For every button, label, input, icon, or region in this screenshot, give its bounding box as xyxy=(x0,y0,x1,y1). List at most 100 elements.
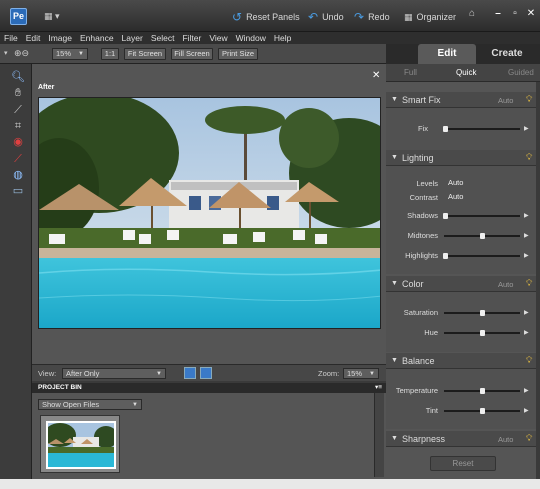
reset-panels-button[interactable]: ↺ Reset Panels xyxy=(232,10,300,24)
lightbulb-icon[interactable]: 💡︎ xyxy=(526,278,532,289)
home-icon[interactable]: ⌂ xyxy=(464,8,480,22)
bin-thumbnail[interactable] xyxy=(40,415,120,473)
slider-arrow-icon[interactable]: ▶ xyxy=(524,212,529,219)
slider-arrow-icon[interactable]: ▶ xyxy=(524,387,529,394)
menu-edit[interactable]: Edit xyxy=(22,32,45,44)
menu-filter[interactable]: Filter xyxy=(178,32,205,44)
fill-screen-button[interactable]: Fill Screen xyxy=(171,48,213,60)
organizer-button[interactable]: ▦ Organizer xyxy=(404,10,456,24)
lighting-header[interactable]: ▼ Lighting 💡︎ xyxy=(386,150,536,166)
lightbulb-icon[interactable]: 💡︎ xyxy=(526,94,532,105)
view-select[interactable]: After Only ▼ xyxy=(62,368,166,379)
saturation-slider-knob[interactable] xyxy=(480,310,485,316)
color-header[interactable]: ▼ Color Auto 💡︎ xyxy=(386,276,536,292)
quick-selection-tool-icon[interactable]: ⟋ xyxy=(11,103,25,117)
levels-label: Levels xyxy=(416,179,438,188)
fit-screen-button[interactable]: Fit Screen xyxy=(124,48,166,60)
highlights-slider[interactable] xyxy=(443,253,520,259)
menu-image[interactable]: Image xyxy=(44,32,76,44)
view-value: After Only xyxy=(66,369,100,378)
bin-filter-select[interactable]: Show Open Files ▼ xyxy=(38,399,142,410)
slider-arrow-icon[interactable]: ▶ xyxy=(524,252,529,259)
before-after-vertical-icon[interactable] xyxy=(200,367,212,379)
zoom-tool-icon[interactable]: 🔍︎ xyxy=(11,70,25,84)
minimize-button[interactable]: – xyxy=(490,8,506,22)
contrast-label: Contrast xyxy=(409,193,438,202)
actual-pixels-button[interactable]: 1:1 xyxy=(101,48,119,60)
whiten-teeth-tool-icon[interactable]: ◍ xyxy=(11,168,25,182)
red-eye-tool-icon[interactable]: ◉ xyxy=(11,135,25,149)
photo-canvas[interactable] xyxy=(38,97,381,329)
layout-menu-icon[interactable]: ▦ ▾ xyxy=(44,11,66,23)
tab-create[interactable]: Create xyxy=(478,44,536,64)
tint-slider[interactable] xyxy=(444,408,520,414)
shadows-slider[interactable] xyxy=(443,213,520,219)
undo-icon: ↶ xyxy=(308,10,319,24)
zoom-in-out-icon[interactable]: ⊕⊖ xyxy=(14,48,29,59)
smart-fix-body: Fix ▶ xyxy=(386,108,536,150)
lightbulb-icon[interactable]: 💡︎ xyxy=(526,433,532,444)
reset-button[interactable]: Reset xyxy=(430,456,496,471)
hue-slider-knob[interactable] xyxy=(480,330,485,336)
tint-slider-knob[interactable] xyxy=(480,408,485,414)
temperature-slider-knob[interactable] xyxy=(480,388,485,394)
fix-slider-knob[interactable] xyxy=(443,126,448,132)
menu-view[interactable]: View xyxy=(205,32,231,44)
spot-healing-tool-icon[interactable]: ⟋ xyxy=(11,152,25,166)
color-auto-button[interactable]: Auto xyxy=(498,280,513,289)
tab-edit[interactable]: Edit xyxy=(418,44,476,64)
sharpness-auto-button[interactable]: Auto xyxy=(498,435,513,444)
view-zoom-select[interactable]: 15% ▼ xyxy=(343,368,379,379)
lightbulb-icon[interactable]: 💡︎ xyxy=(526,355,532,366)
sharpness-title: Sharpness xyxy=(402,434,446,444)
panel-scrollbar[interactable] xyxy=(536,82,540,479)
slider-arrow-icon[interactable]: ▶ xyxy=(524,232,529,239)
menu-select[interactable]: Select xyxy=(147,32,179,44)
crop-tool-icon[interactable]: ⌗ xyxy=(11,119,25,133)
lightbulb-icon[interactable]: 💡︎ xyxy=(526,152,532,163)
view-zoom-value: 15% xyxy=(347,369,363,378)
smart-fix-auto-button[interactable]: Auto xyxy=(498,96,513,105)
slider-arrow-icon[interactable]: ▶ xyxy=(524,125,529,132)
menu-file[interactable]: File xyxy=(0,32,22,44)
smart-fix-header[interactable]: ▼ Smart Fix Auto 💡︎ xyxy=(386,92,536,108)
bin-menu-icon[interactable]: ▾≡ xyxy=(375,383,382,393)
contrast-auto-button[interactable]: Auto xyxy=(448,192,463,201)
menu-help[interactable]: Help xyxy=(270,32,295,44)
menu-window[interactable]: Window xyxy=(232,32,270,44)
slider-arrow-icon[interactable]: ▶ xyxy=(524,309,529,316)
slider-arrow-icon[interactable]: ▶ xyxy=(524,329,529,336)
maximize-button[interactable]: ▫ xyxy=(507,8,523,22)
menu-enhance[interactable]: Enhance xyxy=(76,32,118,44)
close-window-button[interactable]: ✕ xyxy=(523,8,539,22)
subtab-guided[interactable]: Guided xyxy=(508,68,534,77)
levels-auto-button[interactable]: Auto xyxy=(448,178,463,187)
hue-slider[interactable] xyxy=(444,330,520,336)
highlights-slider-knob[interactable] xyxy=(443,253,448,259)
shadows-row: Shadows ▶ xyxy=(386,210,536,222)
zoom-select[interactable]: 15% ▼ xyxy=(52,48,88,60)
subtab-full[interactable]: Full xyxy=(404,68,417,77)
close-document-icon[interactable]: ✕ xyxy=(372,70,380,81)
mode-tabs: Edit Create xyxy=(386,44,540,64)
print-size-button[interactable]: Print Size xyxy=(218,48,258,60)
balance-header[interactable]: ▼ Balance 💡︎ xyxy=(386,353,536,369)
slider-arrow-icon[interactable]: ▶ xyxy=(524,407,529,414)
app-logo-icon[interactable]: Pe xyxy=(10,8,27,25)
shadows-slider-knob[interactable] xyxy=(443,213,448,219)
sharpness-header[interactable]: ▼ Sharpness Auto 💡︎ xyxy=(386,431,536,447)
undo-button[interactable]: ↶ Undo xyxy=(308,10,344,24)
before-after-horizontal-icon[interactable] xyxy=(184,367,196,379)
options-menu-icon[interactable]: ▾ xyxy=(4,49,8,57)
blue-skies-tool-icon[interactable]: ▭ xyxy=(11,184,25,198)
midtones-slider[interactable] xyxy=(444,233,520,239)
hand-tool-icon[interactable]: ✋︎ xyxy=(11,86,25,100)
temperature-slider[interactable] xyxy=(444,388,520,394)
midtones-slider-knob[interactable] xyxy=(480,233,485,239)
menu-layer[interactable]: Layer xyxy=(118,32,147,44)
bin-scrollbar[interactable] xyxy=(374,393,384,477)
redo-button[interactable]: ↷ Redo xyxy=(354,10,390,24)
subtab-quick[interactable]: Quick xyxy=(456,68,476,77)
fix-slider[interactable] xyxy=(443,126,520,132)
saturation-slider[interactable] xyxy=(444,310,520,316)
